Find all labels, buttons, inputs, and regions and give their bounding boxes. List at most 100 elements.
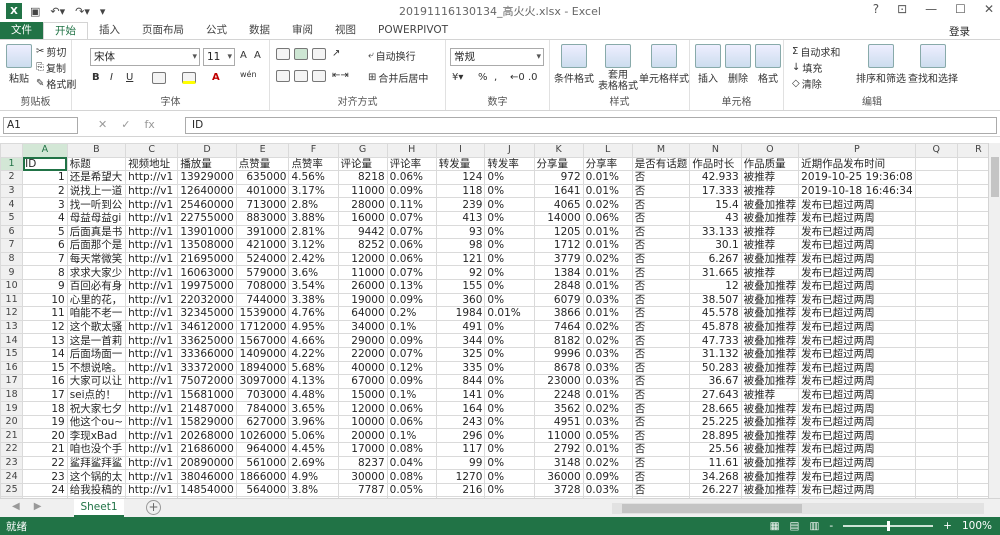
row-header[interactable]: 5 (0, 210, 24, 226)
cell[interactable]: 0.03% (582, 292, 633, 308)
row-header[interactable]: 6 (0, 224, 24, 240)
cell[interactable]: 4.56% (288, 170, 339, 185)
row-header[interactable]: 7 (0, 238, 24, 253)
phonetic-button[interactable]: wén (240, 70, 257, 79)
cell[interactable]: 4.95% (288, 319, 339, 335)
cell[interactable]: 9996 (533, 346, 584, 362)
cell[interactable]: 被叠加推荐 (740, 251, 800, 267)
cell[interactable]: 325 (435, 346, 486, 362)
cell[interactable]: 13901000 (177, 224, 237, 240)
cell[interactable]: 1712 (533, 238, 584, 253)
cell[interactable]: 99 (435, 455, 486, 471)
cell[interactable]: http://v1 (125, 278, 179, 294)
cell[interactable]: 24 (22, 482, 68, 498)
cell[interactable] (914, 251, 958, 267)
cell[interactable]: 344 (435, 333, 486, 348)
cell[interactable]: 0% (484, 482, 535, 498)
cell[interactable]: http://v1 (125, 170, 179, 185)
cell[interactable]: 0% (484, 183, 535, 199)
cell[interactable] (914, 482, 958, 498)
cell[interactable]: 8237 (337, 455, 388, 471)
undo-icon[interactable]: ↶▾ (50, 5, 65, 18)
cell[interactable]: 分享量 (533, 156, 584, 172)
cell[interactable] (914, 455, 958, 471)
cell[interactable]: 被叠加推荐 (740, 374, 800, 389)
cell[interactable]: 不想说啥。 (66, 360, 127, 376)
cell[interactable]: 33372000 (177, 360, 237, 376)
cell[interactable]: 239 (435, 197, 486, 212)
cell[interactable]: 分享率 (582, 156, 633, 172)
cell[interactable]: 发布已超过两周 (798, 278, 916, 294)
cell[interactable]: 1384 (533, 265, 584, 280)
horizontal-scroll-thumb[interactable] (622, 504, 802, 513)
cell[interactable]: 这个锅的太 (66, 469, 127, 484)
align-top-button[interactable] (276, 48, 290, 60)
cell[interactable]: 被叠加推荐 (740, 333, 800, 348)
page-break-view-icon[interactable]: ▥ (809, 520, 819, 532)
cell[interactable] (914, 428, 958, 444)
cell[interactable]: 说找上一道 (66, 183, 127, 199)
cell[interactable]: http://v1 (125, 401, 179, 416)
cell[interactable]: 0.1% (386, 428, 437, 444)
cell[interactable]: 0% (484, 333, 535, 348)
cell[interactable]: 1984 (435, 306, 486, 321)
cell[interactable]: 3097000 (235, 374, 290, 389)
cell[interactable]: 703000 (235, 387, 290, 403)
cell[interactable] (914, 170, 958, 185)
tab-page-layout[interactable]: 页面布局 (131, 22, 195, 40)
cell[interactable]: 被叠加推荐 (740, 210, 800, 226)
cell[interactable] (914, 292, 958, 308)
cell[interactable]: 12640000 (177, 183, 237, 199)
cell[interactable]: 1026000 (235, 428, 290, 444)
cell[interactable]: http://v1 (125, 197, 179, 212)
cell[interactable]: 1 (22, 170, 68, 185)
cell[interactable]: 17000 (337, 442, 388, 457)
cell[interactable]: 413 (435, 210, 486, 226)
cell[interactable]: 11000 (337, 265, 388, 280)
cell[interactable]: http://v1 (125, 319, 179, 335)
cell[interactable]: 作品质量 (740, 156, 800, 172)
cell[interactable]: 否 (631, 306, 691, 321)
cell[interactable]: 11.61 (689, 455, 742, 471)
worksheet-grid[interactable]: A B C D E F G H I J K L M N O P Q R 1 ID 标题 视频地址 播放量 点赞量 点赞率 评论量评… (0, 143, 1000, 498)
cell[interactable]: 否 (631, 197, 691, 212)
cell[interactable]: 被推荐 (740, 170, 800, 185)
row-header[interactable]: 18 (0, 387, 24, 403)
cell[interactable]: 0% (484, 224, 535, 240)
cell[interactable]: 0.1% (386, 387, 437, 403)
row-header[interactable]: 19 (0, 401, 24, 416)
cell[interactable]: 20000 (337, 428, 388, 444)
cell[interactable]: 17 (22, 387, 68, 403)
cell[interactable]: 0% (484, 374, 535, 389)
cell[interactable]: 发布已超过两周 (798, 224, 916, 240)
column-header[interactable]: H (386, 143, 437, 158)
insert-cells-button[interactable]: 插入 (694, 44, 722, 85)
cell[interactable]: 0.06% (386, 251, 437, 267)
cell[interactable]: 33625000 (177, 333, 237, 348)
cell[interactable]: 47.733 (689, 333, 742, 348)
cell[interactable]: 被推荐 (740, 387, 800, 403)
cell[interactable]: 15829000 (177, 414, 237, 430)
cell[interactable]: 11000 (533, 428, 584, 444)
cell[interactable]: 发布已超过两周 (798, 210, 916, 226)
cell[interactable]: 7464 (533, 319, 584, 335)
cell[interactable]: 0.08% (386, 469, 437, 484)
cell[interactable]: 3779 (533, 251, 584, 267)
cell[interactable]: 2019-10-18 16:46:34 (798, 183, 916, 199)
cell[interactable]: 发布已超过两周 (798, 360, 916, 376)
merge-center-button[interactable]: ⊞ 合并后居中 (368, 70, 428, 85)
cell[interactable]: 3866 (533, 306, 584, 321)
cell[interactable]: 4.76% (288, 306, 339, 321)
cell[interactable]: 10000 (337, 414, 388, 430)
cell[interactable]: 5.06% (288, 428, 339, 444)
cell[interactable]: 0.09% (386, 183, 437, 199)
cell[interactable]: 627000 (235, 414, 290, 430)
cell[interactable]: 发布已超过两周 (798, 265, 916, 280)
cell[interactable]: 转发率 (484, 156, 535, 172)
cell[interactable]: 发布已超过两周 (798, 442, 916, 457)
paste-button[interactable]: 粘贴 (6, 44, 32, 85)
cancel-icon[interactable]: ✕ (98, 118, 107, 131)
cell[interactable]: 0.01% (582, 442, 633, 457)
cell[interactable]: 2.42% (288, 251, 339, 267)
cell[interactable]: 被叠加推荐 (740, 346, 800, 362)
